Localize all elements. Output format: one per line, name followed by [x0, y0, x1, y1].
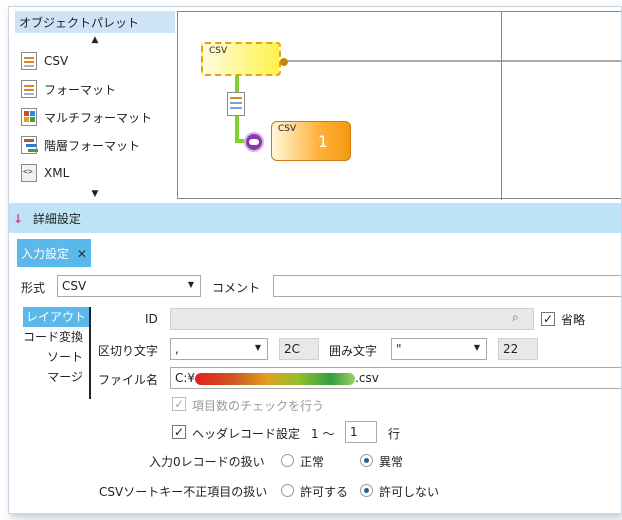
nav-layout[interactable]: レイアウト [23, 307, 89, 327]
redacted-path [195, 372, 356, 385]
format-row: 形式 CSV ▼ コメント [9, 275, 621, 299]
zero-error-label: 異常 [379, 455, 404, 469]
detail-title: 詳細設定 [32, 212, 81, 226]
quote-hex: 22 [498, 338, 538, 360]
check-items-checkbox: ✓ [172, 397, 186, 411]
sort-key-allow-label: 許可する [300, 485, 349, 499]
tab-input-settings[interactable]: 入力設定 ✕ [17, 239, 91, 267]
file-prefix: C:¥ [175, 371, 196, 385]
header-to-input[interactable]: 1 [345, 421, 377, 443]
palette-item-label: XML [44, 166, 70, 180]
xml-icon [21, 164, 37, 182]
chevron-down-icon: ▼ [473, 343, 480, 352]
delimiter-hex: 2C [279, 338, 319, 360]
nav-merge[interactable]: マージ [23, 367, 89, 387]
nav-code-conversion[interactable]: コード変換 [23, 327, 89, 347]
omit-label: 省略 [561, 313, 586, 327]
node-count: 1 [317, 132, 328, 151]
chevron-down-icon: ▼ [254, 343, 261, 352]
canvas-divider [501, 12, 502, 200]
comment-input[interactable] [273, 275, 621, 297]
header-unit: 行 [388, 427, 401, 441]
file-name-input[interactable]: C:¥ .csv [170, 367, 621, 389]
header-record-label: ヘッダレコード設定 [192, 427, 301, 441]
palette-item-label: 階層フォーマット [44, 138, 141, 153]
object-palette: オブジェクトパレット ▲ CSV フォーマット マルチフォーマット 階層フォーマ… [15, 11, 175, 203]
delimiter-label: 区切り文字 [98, 344, 159, 358]
delimiter-select[interactable]: , ▼ [170, 338, 268, 360]
quote-label: 囲み文字 [329, 344, 378, 358]
id-input[interactable] [170, 308, 534, 330]
convert-icon[interactable] [244, 132, 264, 152]
quote-select[interactable]: " ▼ [391, 338, 487, 360]
multi-format-icon [21, 108, 37, 126]
tab-label: 入力設定 [21, 247, 70, 261]
palette-item-hierarchy-format[interactable]: 階層フォーマット [15, 131, 175, 159]
format-file-icon[interactable] [227, 92, 245, 116]
detail-settings-bar[interactable]: ↓ 詳細設定 [9, 203, 621, 233]
file-suffix: .csv [355, 371, 379, 385]
nav-sort[interactable]: ソート [23, 347, 89, 367]
zero-record-label: 入力0レコードの扱い [149, 455, 265, 469]
header-from: 1 ～ [311, 427, 335, 441]
palette-item-csv[interactable]: CSV [15, 47, 175, 75]
format-select[interactable]: CSV ▼ [57, 275, 201, 297]
flow-canvas[interactable]: CSV CSV 1 [177, 11, 621, 200]
sort-key-deny-label: 許可しない [379, 485, 440, 499]
palette-item-label: フォーマット [44, 82, 117, 97]
chevron-down-icon: ▼ [187, 280, 194, 289]
sort-key-deny-radio[interactable] [360, 484, 373, 497]
csv-input-node[interactable]: CSV [201, 42, 281, 76]
csv-output-node[interactable]: CSV 1 [271, 121, 351, 161]
palette-item-label: マルチフォーマット [44, 110, 153, 125]
comment-label: コメント [212, 281, 261, 295]
connector-line [288, 60, 621, 62]
palette-item-format[interactable]: フォーマット [15, 75, 175, 103]
zero-normal-radio[interactable] [281, 454, 294, 467]
settings-sidenav: レイアウト コード変換 ソート マージ [23, 307, 91, 399]
format-file-icon [21, 80, 37, 98]
palette-item-label: CSV [44, 54, 69, 68]
arrow-down-icon: ↓ [13, 212, 24, 226]
zero-error-radio[interactable] [360, 454, 373, 467]
id-label: ID [145, 312, 158, 326]
palette-header: オブジェクトパレット [15, 11, 175, 33]
node-label: CSV [278, 124, 297, 134]
palette-item-xml[interactable]: XML [15, 159, 175, 187]
connector-handle[interactable] [280, 58, 288, 66]
close-icon[interactable]: ✕ [77, 247, 87, 261]
main-window: オブジェクトパレット ▲ CSV フォーマット マルチフォーマット 階層フォーマ… [8, 6, 622, 514]
csv-file-icon [21, 52, 37, 70]
hierarchy-format-icon [21, 136, 37, 154]
format-label: 形式 [21, 281, 46, 295]
quote-value: " [396, 342, 402, 356]
sort-key-allow-radio[interactable] [281, 484, 294, 497]
search-icon[interactable]: ⌕ [512, 310, 519, 325]
sort-key-label: CSVソートキー不正項目の扱い [99, 485, 268, 499]
header-record-checkbox[interactable]: ✓ [172, 425, 186, 439]
node-label: CSV [209, 46, 228, 56]
zero-normal-label: 正常 [300, 455, 325, 469]
palette-item-multi-format[interactable]: マルチフォーマット [15, 103, 175, 131]
palette-scroll-up-icon[interactable]: ▲ [15, 33, 175, 47]
omit-checkbox[interactable]: ✓ [541, 312, 555, 326]
palette-scroll-down-icon[interactable]: ▼ [15, 187, 175, 201]
delimiter-value: , [175, 342, 179, 356]
file-name-label: ファイル名 [98, 373, 159, 387]
format-value: CSV [62, 279, 87, 293]
check-items-label: 項目数のチェックを行う [192, 399, 325, 413]
